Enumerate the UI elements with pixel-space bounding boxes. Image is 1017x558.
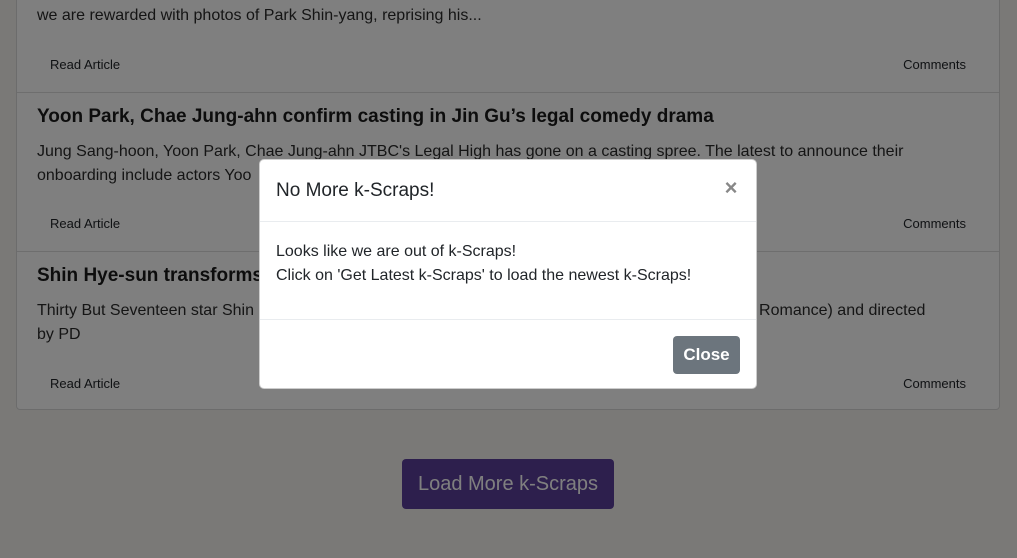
modal-message-line-2: Click on 'Get Latest k-Scraps' to load t… (276, 267, 692, 284)
modal-header: No More k-Scraps! × (260, 160, 756, 222)
modal-body: Looks like we are out of k-Scraps! Click… (276, 240, 736, 288)
close-icon[interactable]: × (722, 176, 740, 200)
close-button[interactable]: Close (673, 336, 740, 374)
modal-title: No More k-Scraps! (276, 180, 435, 201)
modal-message-line-1: Looks like we are out of k-Scraps! (276, 243, 517, 260)
modal-footer: Close (260, 319, 756, 389)
no-more-modal: No More k-Scraps! × Looks like we are ou… (259, 159, 757, 389)
